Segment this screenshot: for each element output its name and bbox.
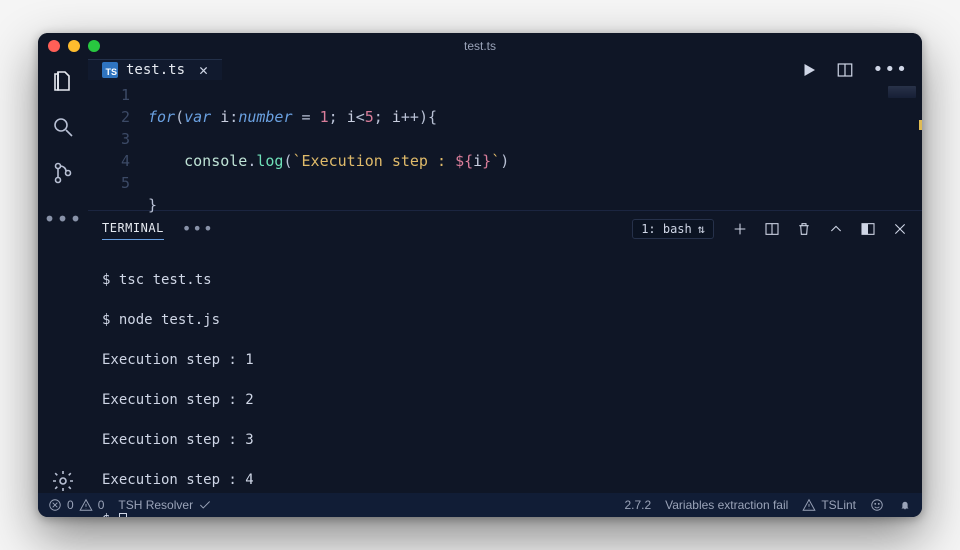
terminal-line: Execution step : 4 [102,470,908,490]
editor-tab-row: TS test.ts ✕ ••• [88,59,922,80]
run-icon[interactable] [800,61,818,79]
typescript-badge-icon: TS [102,62,118,78]
terminal-prompt-line: $ [102,510,908,517]
terminal-cursor [119,513,127,517]
source-control-icon[interactable] [51,161,75,185]
editor-tab-test-ts[interactable]: TS test.ts ✕ [88,59,222,80]
line-number: 3 [88,128,130,150]
editor-title-actions: ••• [800,59,922,80]
terminal-line: $ tsc test.ts [102,270,908,290]
editor-tab-label: test.ts [126,62,185,78]
code-lines: for(var i:number = 1; i<5; i++){ console… [148,84,922,210]
main-area: ••• TS test.ts ✕ [38,59,922,493]
window-title: test.ts [38,39,922,53]
error-icon [48,498,62,512]
settings-gear-icon[interactable] [51,469,75,493]
terminal-line: $ node test.js [102,310,908,330]
terminal-line: Execution step : 3 [102,430,908,450]
line-number: 1 [88,84,130,106]
minimap[interactable] [888,86,916,98]
tab-close-icon[interactable]: ✕ [199,61,208,79]
line-number: 4 [88,150,130,172]
split-editor-icon[interactable] [836,61,854,79]
editor-more-actions-icon[interactable]: ••• [872,59,908,80]
code-editor[interactable]: 1 2 3 4 5 for(var i:number = 1; i<5; i++… [88,80,922,210]
terminal-line: Execution step : 2 [102,390,908,410]
terminal-line: Execution step : 1 [102,350,908,370]
line-number: 2 [88,106,130,128]
terminal[interactable]: $ tsc test.ts $ node test.js Execution s… [88,246,922,517]
activity-bar: ••• [38,59,88,493]
code-line: console.log(`Execution step : ${i}`) [148,150,922,172]
overview-ruler-marker [919,120,922,130]
titlebar: test.ts [38,33,922,59]
vscode-window: test.ts ••• [38,33,922,517]
status-error-count: 0 [67,498,74,512]
line-number: 5 [88,172,130,194]
content-column: TS test.ts ✕ ••• [88,59,922,493]
line-number-gutter: 1 2 3 4 5 [88,84,148,210]
search-icon[interactable] [51,115,75,139]
explorer-icon[interactable] [51,69,75,93]
panel-area: TERMINAL ••• 1: bash ⇅ [88,210,922,517]
code-line: for(var i:number = 1; i<5; i++){ [148,106,922,128]
code-line: } [148,194,922,216]
more-views-icon[interactable]: ••• [51,207,75,231]
